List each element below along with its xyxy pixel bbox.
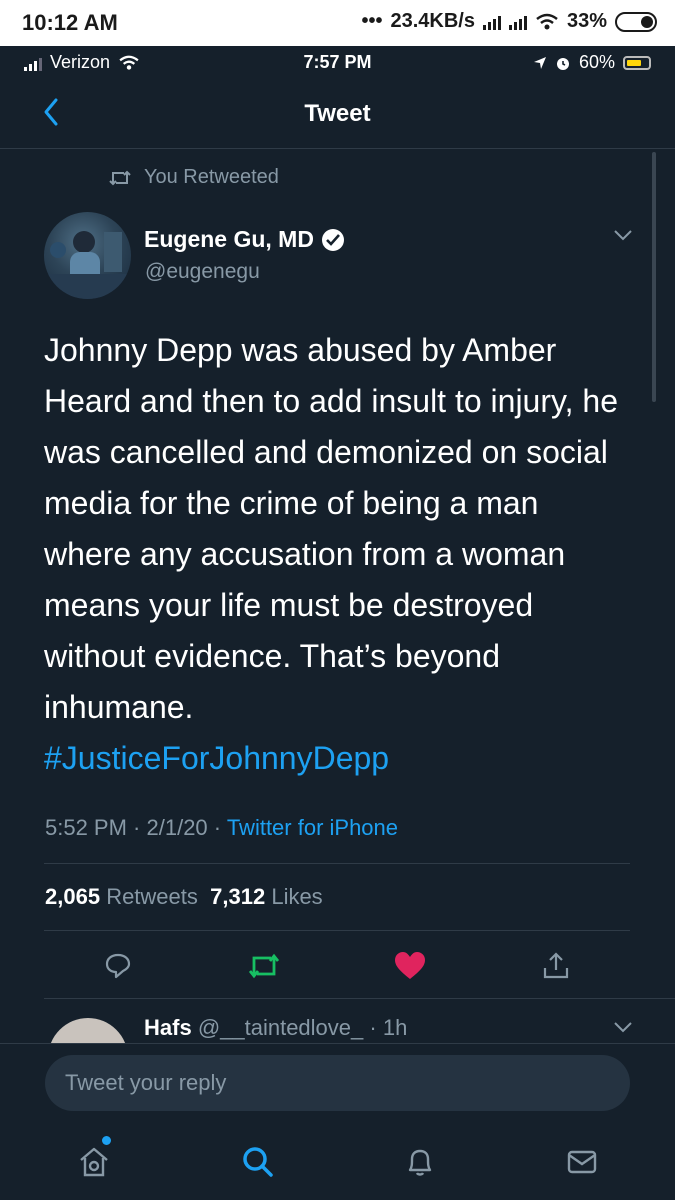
- reply-button[interactable]: [98, 948, 138, 984]
- mail-icon: [567, 1150, 597, 1174]
- bell-icon: [408, 1149, 432, 1176]
- tab-notifications[interactable]: [398, 1140, 442, 1184]
- ios-battery-icon: [623, 55, 651, 70]
- likes-count: 7,312: [210, 884, 266, 909]
- tweet-body: Johnny Depp was abused by Amber Heard an…: [44, 325, 634, 784]
- wifi-icon: [536, 13, 558, 29]
- reply-bubble-icon: [105, 953, 131, 979]
- network-speed: 23.4KB/s: [390, 10, 475, 32]
- reply-input[interactable]: Tweet your reply: [45, 1055, 630, 1111]
- more-dots-icon: •••: [361, 10, 383, 32]
- nav-bar: Tweet: [0, 80, 675, 149]
- divider: [44, 863, 630, 864]
- retweet-icon: [248, 953, 280, 979]
- retweet-button[interactable]: [244, 948, 284, 984]
- chevron-down-icon: [614, 1022, 632, 1033]
- tweet-date: 2/1/20: [146, 815, 208, 840]
- hashtag-link[interactable]: #JusticeForJohnnyDepp: [44, 733, 634, 784]
- android-status-bar: 10:12 AM ••• 23.4KB/s 33%: [0, 0, 675, 46]
- signal-icon: [482, 14, 501, 30]
- share-icon: [543, 952, 569, 979]
- notification-dot: [102, 1136, 111, 1145]
- divider: [44, 998, 675, 999]
- tab-home[interactable]: [72, 1140, 116, 1184]
- verified-badge-icon: [321, 228, 344, 251]
- location-arrow-icon: [533, 56, 546, 69]
- avatar[interactable]: [44, 212, 131, 299]
- android-battery-percent: 33%: [566, 10, 607, 32]
- likes-label: Likes: [271, 884, 323, 909]
- battery-icon: [615, 11, 657, 32]
- tweet-source-link[interactable]: Twitter for iPhone: [227, 815, 398, 840]
- signal-icon-2: [508, 14, 527, 30]
- avatar-image: [44, 231, 131, 299]
- retweets-stat[interactable]: 2,065 Retweets: [45, 884, 198, 909]
- home-icon: [80, 1147, 108, 1177]
- alarm-icon: [556, 57, 569, 70]
- tab-messages[interactable]: [560, 1140, 604, 1184]
- reply-options-button[interactable]: [612, 1020, 634, 1039]
- scrollbar[interactable]: [652, 152, 656, 402]
- page-title: Tweet: [304, 100, 371, 127]
- reply-age: 1h: [382, 1015, 408, 1040]
- ios-status-icons: 60%: [533, 52, 651, 73]
- reply-author-name[interactable]: Hafs: [144, 1015, 192, 1040]
- reply-author-handle[interactable]: @__taintedlove_: [198, 1015, 363, 1040]
- author-name[interactable]: Eugene Gu, MD: [144, 226, 344, 253]
- ios-battery-percent: 60%: [578, 52, 615, 72]
- reply-header: Hafs @__taintedlove_ · 1h: [144, 1015, 408, 1040]
- search-icon: [243, 1147, 273, 1177]
- tweet-stats: 2,065 Retweets 7,312 Likes: [45, 884, 323, 910]
- ios-status-bar: Verizon 7:57 PM 60%: [0, 46, 675, 80]
- retweet-label: You Retweeted: [144, 166, 279, 188]
- retweets-count: 2,065: [45, 884, 101, 909]
- likes-stat[interactable]: 7,312 Likes: [210, 884, 323, 909]
- tab-search[interactable]: [236, 1140, 280, 1184]
- tweet-meta: 5:52 PM · 2/1/20 · Twitter for iPhone: [45, 815, 399, 840]
- android-clock: 10:12 AM: [22, 10, 118, 35]
- author-name-text: Eugene Gu, MD: [144, 226, 314, 252]
- chevron-down-icon: [614, 230, 632, 241]
- android-status-icons: ••• 23.4KB/s 33%: [361, 10, 657, 33]
- retweets-label: Retweets: [106, 884, 198, 909]
- heart-icon: [395, 952, 425, 979]
- retweet-indicator: You Retweeted: [108, 166, 279, 189]
- divider: [44, 930, 630, 931]
- author-handle[interactable]: @eugenegu: [145, 260, 260, 284]
- tweet-time: 5:52 PM: [45, 815, 127, 840]
- like-button[interactable]: [390, 948, 430, 984]
- share-button[interactable]: [536, 948, 576, 984]
- retweet-icon: [109, 170, 131, 185]
- tweet-text: Johnny Depp was abused by Amber Heard an…: [44, 332, 618, 725]
- tweet-options-button[interactable]: [612, 228, 634, 247]
